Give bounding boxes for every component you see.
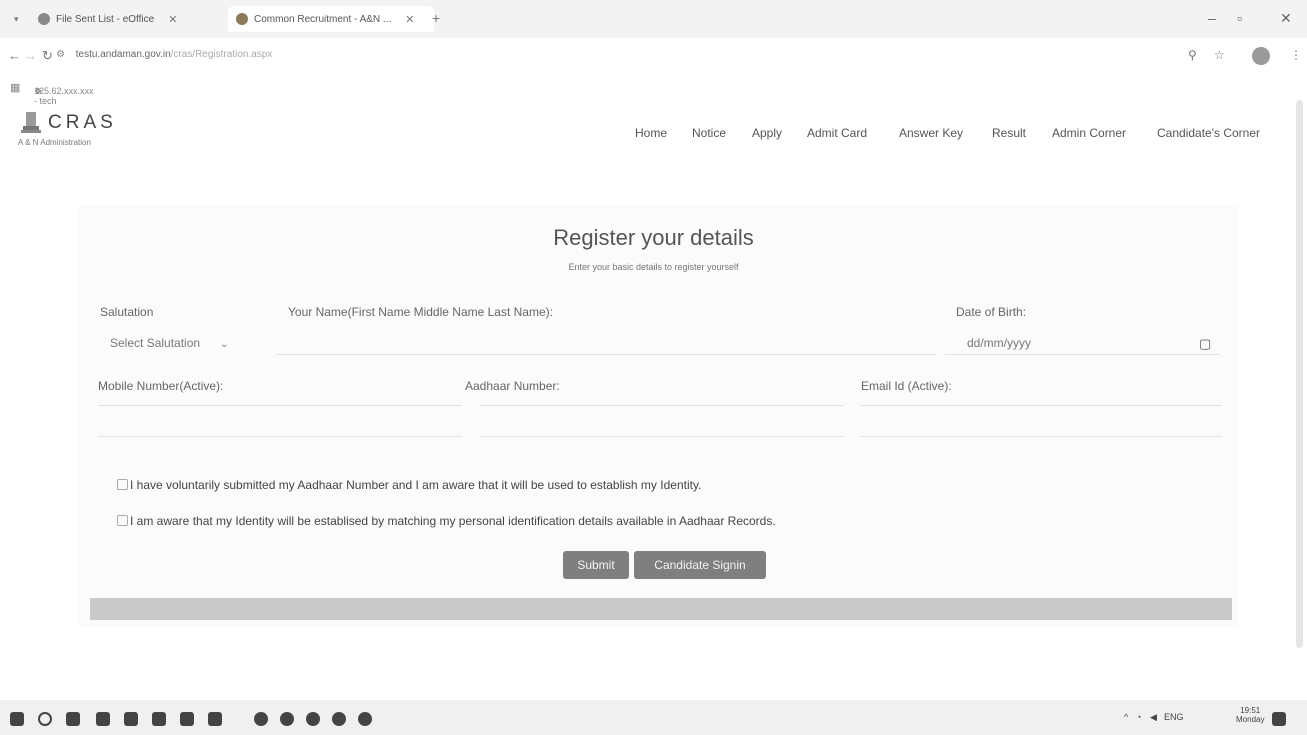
tab-menu-chevron[interactable]: ▾ [14,6,19,32]
notification-icon[interactable] [1272,712,1286,726]
system-clock[interactable]: 19:51 Monday [1236,706,1264,724]
salutation-label: Salutation [100,305,154,319]
consent-aadhaar-voluntary[interactable]: I have voluntarily submitted my Aadhaar … [117,478,701,492]
profile-avatar[interactable] [1252,47,1270,65]
mobile-label: Mobile Number(Active): [98,379,224,393]
tab-close-icon[interactable]: ✕ [168,13,177,26]
nav-admit-card[interactable]: Admit Card [807,126,867,140]
search-icon[interactable] [38,712,52,726]
dob-label: Date of Birth: [956,305,1027,319]
nav-candidates-corner[interactable]: Candidate's Corner [1157,126,1260,140]
page-title: Register your details [553,225,754,250]
tab-title: Common Recruitment - A&N ... [254,13,392,25]
bookmark-label: 125.62.xxx.xxx - tech [34,86,94,106]
tray-overflow-icon[interactable]: ^ [1124,712,1128,722]
apps-icon[interactable]: ▦ [10,81,20,94]
widgets-icon[interactable] [96,712,110,726]
tab-title: File Sent List - eOffice [56,13,155,25]
submit-button[interactable]: Submit [563,551,629,579]
aadhaar-label: Aadhaar Number: [465,379,560,393]
aadhaar-input[interactable] [480,405,844,406]
tab-cras[interactable]: Common Recruitment - A&N ... ✕ [228,6,434,32]
clock-day: Monday [1236,715,1265,724]
site-logo-subtitle: A & N Administration [18,138,91,147]
consent-text: I am aware that my Identity will be esta… [130,514,776,528]
zoom-icon[interactable]: ⚲ [1188,48,1197,62]
address-bar-row: ← → ↻ ⚙ testu.andaman.gov.in/cras/Regist… [0,38,1307,74]
dob-placeholder: dd/mm/yyyy [967,336,1032,350]
url-host: testu.andaman.gov.in [75,49,171,60]
page-subtitle: Enter your basic details to register you… [568,262,739,272]
new-tab-button[interactable]: + [432,10,440,26]
email-input[interactable] [860,405,1222,406]
bookmark-star-icon[interactable]: ☆ [1214,48,1225,62]
nav-result[interactable]: Result [992,126,1026,140]
chevron-down-icon: ⌄ [220,339,229,350]
site-header: CRAS A & N Administration Home Notice Ap… [0,104,1292,164]
site-logo-text[interactable]: CRAS [48,112,117,134]
name-input[interactable] [276,354,936,355]
browser-menu-icon[interactable]: ⋮ [1290,48,1302,62]
email-input-bottom [860,436,1222,437]
task-view-icon[interactable] [66,712,80,726]
clock-time: 19:51 [1240,706,1261,715]
nav-answer-key[interactable]: Answer Key [899,126,963,140]
url-field[interactable]: ⚙ testu.andaman.gov.in/cras/Registration… [56,49,272,60]
nav-admin-corner[interactable]: Admin Corner [1052,126,1126,140]
app-icon[interactable] [280,712,294,726]
language-indicator[interactable]: ENG [1164,712,1184,722]
file-explorer-icon[interactable] [152,712,166,726]
mobile-input[interactable] [98,405,462,406]
volume-icon[interactable]: ◀ [1150,712,1157,723]
salutation-select[interactable]: Select Salutation ⌄ [110,336,228,350]
app-icon[interactable] [180,712,194,726]
chrome-icon[interactable] [254,712,268,726]
footer-band [90,598,1232,620]
consent-checkbox[interactable] [117,515,128,526]
reload-icon[interactable]: ↻ [42,48,53,64]
app-icon[interactable] [124,712,138,726]
mobile-input-bottom [98,436,462,437]
name-label: Your Name(First Name Middle Name Last Na… [288,305,553,319]
app-icon[interactable] [358,712,372,726]
dob-input[interactable] [945,354,1220,355]
browser-tab-bar: ▾ File Sent List - eOffice ✕ Common Recr… [0,0,1307,38]
app-icon[interactable] [208,712,222,726]
emblem-icon [236,13,248,25]
email-label: Email Id (Active): [861,379,952,393]
minimize-icon[interactable]: – [1208,10,1216,26]
start-icon[interactable] [10,712,24,726]
salutation-selected: Select Salutation [110,336,201,350]
consent-text: I have voluntarily submitted my Aadhaar … [130,478,702,492]
url-path: /cras/Registration.aspx [170,49,273,60]
nav-apply[interactable]: Apply [752,126,782,140]
consent-aadhaar-identity[interactable]: I am aware that my Identity will be esta… [117,514,776,528]
site-info-icon[interactable]: ⚙ [56,49,65,60]
page-scrollbar[interactable] [1296,100,1303,648]
calendar-icon[interactable]: ▢ [1199,336,1211,352]
aadhaar-input-bottom [480,436,844,437]
nav-notice[interactable]: Notice [692,126,726,140]
globe-icon [38,13,50,25]
candidate-signin-button[interactable]: Candidate Signin [634,551,766,579]
nav-home[interactable]: Home [635,126,667,140]
tab-eoffice[interactable]: File Sent List - eOffice ✕ [38,6,228,32]
back-icon[interactable]: ← [8,48,21,63]
tab-close-icon[interactable]: ✕ [405,13,414,26]
wifi-icon[interactable]: ◔ [1136,712,1141,722]
os-taskbar: ^ ◔ ◀ ENG [0,700,1307,735]
close-window-icon[interactable]: ✕ [1280,10,1292,27]
maximize-icon[interactable]: ▫ [1237,10,1242,26]
consent-checkbox[interactable] [117,479,128,490]
national-emblem-icon [21,112,41,133]
whatsapp-icon[interactable] [306,712,320,726]
bookmarks-bar: ▦ ❖ 125.62.xxx.xxx - tech [0,76,1307,106]
app-icon[interactable] [332,712,346,726]
forward-icon[interactable]: → [24,48,37,63]
